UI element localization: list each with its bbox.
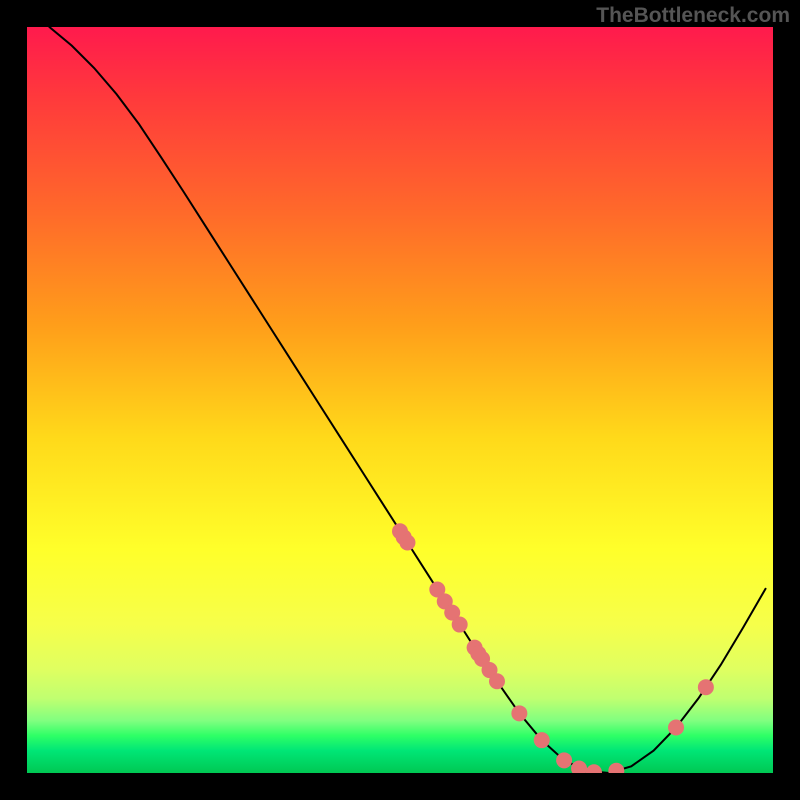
data-point-marker bbox=[586, 764, 602, 773]
chart-container: TheBottleneck.com bbox=[0, 0, 800, 800]
data-point-marker bbox=[556, 752, 572, 768]
data-point-marker bbox=[534, 732, 550, 748]
data-point-marker bbox=[399, 534, 415, 550]
data-point-marker bbox=[698, 679, 714, 695]
data-point-marker bbox=[452, 617, 468, 633]
data-point-marker bbox=[511, 705, 527, 721]
data-point-marker bbox=[489, 673, 505, 689]
data-point-marker bbox=[571, 761, 587, 773]
data-point-marker bbox=[668, 719, 684, 735]
curve-overlay bbox=[27, 27, 773, 773]
bottleneck-curve bbox=[49, 27, 765, 773]
plot-area bbox=[27, 27, 773, 773]
watermark-label: TheBottleneck.com bbox=[596, 4, 790, 28]
data-point-marker bbox=[608, 763, 624, 773]
